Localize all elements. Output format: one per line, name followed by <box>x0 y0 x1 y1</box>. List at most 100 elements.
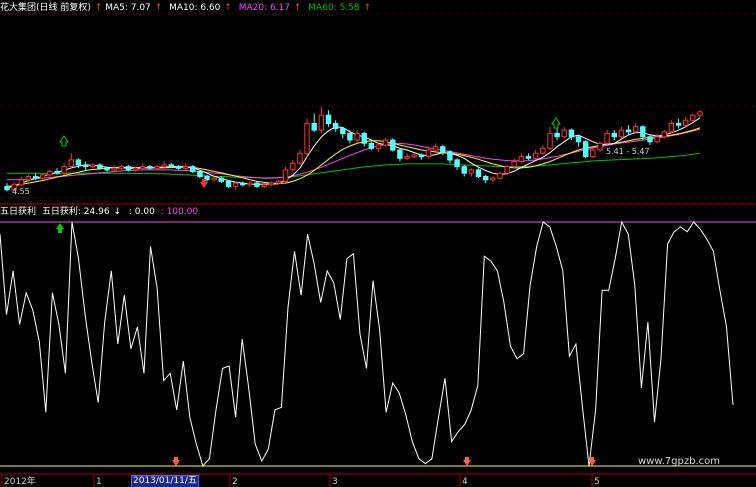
candle-body <box>368 142 375 149</box>
candle <box>547 126 553 150</box>
candle <box>4 183 10 192</box>
candle <box>618 126 625 139</box>
x-tick-label: 5 <box>594 477 600 487</box>
candle-body <box>590 149 596 158</box>
candle-body <box>668 123 675 133</box>
candle <box>340 126 346 139</box>
candle <box>361 131 367 147</box>
candle <box>490 176 496 182</box>
candle-body <box>583 141 589 158</box>
indicator-legend: 五日获利 五日获利: 24.96 ↓ : 0.00 : 100.00 <box>0 207 198 218</box>
candle-body <box>547 132 553 149</box>
stock-title: 花大集团(日线 前复权) <box>0 3 91 13</box>
candle-body <box>568 129 575 138</box>
candle-body <box>468 169 475 174</box>
candle-body <box>647 136 653 143</box>
hundred-line-label: : 100.00 <box>160 207 199 217</box>
candle-body <box>75 159 82 166</box>
candle-body <box>311 123 317 131</box>
x-tick-label: 1 <box>96 477 102 487</box>
candle-body <box>61 166 67 174</box>
price-range-label: 5.41 - 5.47 <box>606 147 650 156</box>
candle <box>683 116 689 127</box>
candle-body <box>132 167 139 171</box>
candle <box>675 118 682 129</box>
candle <box>561 126 567 139</box>
x-tick-label: 2 <box>232 477 238 487</box>
candle-body <box>611 132 617 138</box>
candle-body <box>625 129 632 133</box>
sell-marker-icon <box>463 457 471 466</box>
candle <box>82 161 89 170</box>
candle <box>111 164 117 172</box>
ma60-up-icon: ↑ <box>363 3 372 13</box>
candle-body <box>211 177 217 181</box>
candle-body <box>475 169 482 177</box>
candle-body <box>147 166 153 169</box>
candle <box>247 181 253 187</box>
candle-body <box>561 129 567 138</box>
ma60-line <box>7 152 701 179</box>
candle <box>654 133 660 144</box>
candle <box>390 138 396 152</box>
candle-body <box>175 166 182 169</box>
candle <box>483 174 489 184</box>
candle-body <box>675 123 682 126</box>
candle-body <box>25 176 32 181</box>
candle <box>368 141 375 150</box>
candle <box>325 110 332 127</box>
candle-body <box>511 161 517 168</box>
candle-body <box>168 164 175 168</box>
candle-body <box>140 166 146 169</box>
candle-body <box>90 164 96 168</box>
chart-canvas[interactable]: 2012年 1 2 3 4 5 4.55 5.41 - 5.47 <box>0 0 756 487</box>
candle <box>454 158 460 170</box>
indicator-down-icon: ↓ <box>113 207 121 217</box>
ma10-line <box>6 127 701 187</box>
candle-body <box>490 177 496 181</box>
candle-body <box>425 149 432 158</box>
candle <box>375 143 382 152</box>
candle-body <box>118 166 124 169</box>
candle-body <box>247 182 253 186</box>
candle-body <box>554 132 560 138</box>
candle-body <box>225 180 232 187</box>
x-tick-label: 3 <box>332 477 338 487</box>
candle-body <box>618 129 625 138</box>
candle-body <box>154 166 160 169</box>
candle <box>554 128 560 141</box>
candle <box>311 113 317 132</box>
candle <box>147 164 153 170</box>
candle <box>432 143 439 152</box>
candle <box>404 153 410 160</box>
candle-body <box>411 154 417 158</box>
candle <box>597 141 603 152</box>
candle-body <box>111 167 117 171</box>
candle-body <box>575 136 582 143</box>
ma5-line <box>6 117 701 189</box>
buy-marker-icon <box>56 223 64 233</box>
candlesticks[interactable] <box>4 106 703 192</box>
candle-body <box>518 156 525 163</box>
stock-chart-window: 2012年 1 2 3 4 5 4.55 5.41 - 5.47 花大集团(日线 前复权) … <box>0 0 756 487</box>
candle <box>232 181 239 190</box>
candle <box>297 150 303 165</box>
candle <box>318 106 325 134</box>
candle-body <box>254 182 260 187</box>
candle <box>661 130 667 139</box>
candle <box>332 120 339 132</box>
candle-body <box>290 162 296 171</box>
candle-body <box>597 142 603 151</box>
candle-body <box>418 154 425 158</box>
ma5-up-icon: ↑ <box>94 3 103 13</box>
candle <box>525 153 532 160</box>
candle-body <box>297 152 303 164</box>
ma60-label: MA60: 5.58 <box>308 3 360 13</box>
candle-body <box>390 139 396 151</box>
candle <box>190 164 196 174</box>
candle-body <box>340 128 346 134</box>
candle <box>182 163 189 170</box>
candle-body <box>483 176 489 181</box>
candle-body <box>82 164 89 168</box>
candle <box>504 164 510 175</box>
